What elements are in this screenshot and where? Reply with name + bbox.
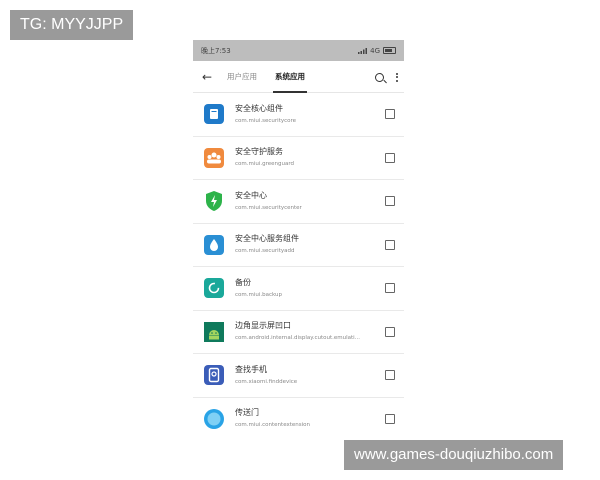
app-package: com.miui.securityadd xyxy=(235,248,295,255)
content-extension-icon xyxy=(203,408,225,430)
select-checkbox[interactable] xyxy=(385,239,395,250)
tab-user-apps[interactable]: 用户应用 xyxy=(227,61,257,93)
list-item[interactable]: 传送门 com.miui.contentextension xyxy=(193,398,404,441)
select-checkbox[interactable] xyxy=(385,283,395,294)
app-header: ← 用户应用 系统应用 xyxy=(193,61,404,93)
watermark-bottom-right: www.games-douqiuzhibo.com xyxy=(344,440,564,470)
app-name: 边角显示屏凹口 xyxy=(235,321,291,331)
list-item[interactable]: 查找手机 com.xiaomi.finddevice xyxy=(193,354,404,398)
app-name: 安全核心组件 xyxy=(235,103,283,113)
android-icon xyxy=(203,321,225,343)
select-checkbox[interactable] xyxy=(385,326,395,337)
status-bar: 晚上7:53 4G xyxy=(193,40,404,61)
list-item[interactable]: 安全核心组件 com.miui.securitycore xyxy=(193,93,404,137)
backup-icon xyxy=(203,277,225,299)
select-checkbox[interactable] xyxy=(385,152,395,163)
app-name: 查找手机 xyxy=(235,364,267,374)
app-name: 备份 xyxy=(235,277,251,287)
list-item[interactable]: 安全中心 com.miui.securitycenter xyxy=(193,180,404,224)
security-add-icon xyxy=(203,234,225,256)
select-checkbox[interactable] xyxy=(385,413,395,424)
app-name: 传送门 xyxy=(235,408,259,418)
tab-system-apps[interactable]: 系统应用 xyxy=(273,61,307,93)
app-package: com.miui.securitycenter xyxy=(235,204,302,211)
status-time: 晚上7:53 xyxy=(201,46,231,55)
find-device-icon xyxy=(203,364,225,386)
more-vertical-icon[interactable] xyxy=(396,72,398,82)
app-list: 安全核心组件 com.miui.securitycore 安全守护服务 com.… xyxy=(193,93,404,440)
greenguard-icon xyxy=(203,147,225,169)
network-type: 4G xyxy=(370,46,380,55)
list-item[interactable]: 边角显示屏凹口 com.android.internal.display.cut… xyxy=(193,311,404,354)
app-package: com.android.internal.display.cutout.emul… xyxy=(235,335,360,342)
list-item[interactable]: 安全守护服务 com.miui.greenguard xyxy=(193,137,404,180)
app-name: 安全守护服务 xyxy=(235,147,283,157)
watermark-top-left: TG: MYYJJPP xyxy=(10,10,134,40)
select-checkbox[interactable] xyxy=(385,370,395,381)
search-icon[interactable] xyxy=(375,72,384,82)
app-package: com.miui.securitycore xyxy=(235,117,297,124)
app-name: 安全中心服务组件 xyxy=(235,234,299,244)
security-center-icon xyxy=(203,190,225,212)
select-checkbox[interactable] xyxy=(385,196,395,207)
arrow-left-icon[interactable]: ← xyxy=(193,70,221,84)
list-item[interactable]: 安全中心服务组件 com.miui.securityadd xyxy=(193,224,404,267)
app-package: com.miui.greenguard xyxy=(235,161,295,168)
list-item[interactable]: 备份 com.miui.backup xyxy=(193,267,404,311)
app-package: com.xiaomi.finddevice xyxy=(235,378,298,385)
security-core-icon xyxy=(203,103,225,125)
signal-icon xyxy=(358,47,368,54)
app-package: com.miui.contentextension xyxy=(235,422,311,429)
battery-icon xyxy=(383,47,396,54)
phone-screen: 晚上7:53 4G ← 用户应用 系统应用 安全核心组件 com.miui.se… xyxy=(193,40,404,440)
select-checkbox[interactable] xyxy=(385,109,395,120)
app-package: com.miui.backup xyxy=(235,291,283,298)
app-name: 安全中心 xyxy=(235,190,267,200)
